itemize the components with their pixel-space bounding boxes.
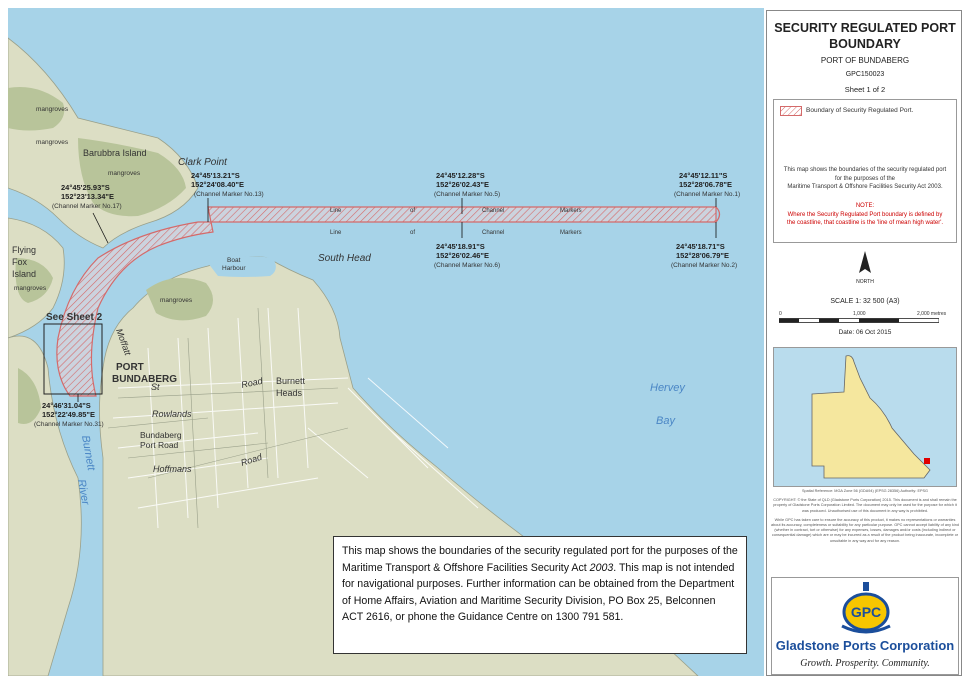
svg-text:(Channel Marker No.5): (Channel Marker No.5) [434,191,500,198]
panel-title-line-2: BOUNDARY [829,37,901,51]
mangroves-label-1: mangroves [36,106,69,113]
disclaimer-note: This map shows the boundaries of the sec… [333,536,747,654]
hoffmans-label: Hoffmans [153,464,192,474]
svg-text:152°28'06.78"E: 152°28'06.78"E [679,180,732,189]
boundary-swatch [780,106,802,116]
flying-fox-label-3: Island [12,269,36,279]
scale-text: SCALE 1: 32 500 (A3) [830,298,900,305]
svg-text:(Channel Marker No.6): (Channel Marker No.6) [434,262,500,269]
rowlands-label: Rowlands [152,409,192,419]
bundaberg-port-road-label-2: Port Road [140,440,179,450]
logo-tagline: Growth. Prosperity. Community. [800,658,930,669]
port-name: PORT OF BUNDABERG [820,56,910,65]
mangroves-label-2: mangroves [36,139,69,146]
description-line-1: This map shows the boundaries of the sec… [783,167,947,173]
svg-text:24°45'13.21"S: 24°45'13.21"S [191,171,240,180]
channel-text-channel-1: Channel [482,208,504,214]
south-head-label: South Head [318,253,371,264]
north-label: NORTH [856,279,874,285]
note-line-2: the coastline, that coastline is the 'li… [786,220,944,226]
disclaimer: While GPC has taken care to ensure the a… [771,517,959,543]
svg-text:152°22'49.85"E: 152°22'49.85"E [42,410,95,419]
clark-point-label: Clark Point [178,157,228,168]
mangroves-label-5: mangroves [160,297,193,304]
boat-harbour-label-2: Harbour [222,265,246,272]
svg-text:152°24'08.40"E: 152°24'08.40"E [191,180,244,189]
queensland-outline [811,355,931,479]
svg-text:24°45'12.11"S: 24°45'12.11"S [679,171,727,180]
svg-text:24°45'18.91"S: 24°45'18.91"S [436,242,485,251]
note-year: 2003 [589,561,614,574]
legend-box: Boundary of Security Regulated Port. Thi… [773,99,957,243]
bundaberg-port-road-label-1: Bundaberg [140,430,182,440]
legend-panel: SECURITY REGULATED PORT BOUNDARY PORT OF… [766,10,962,676]
mangroves-label-3: mangroves [108,170,141,177]
svg-text:(Channel Marker No.31): (Channel Marker No.31) [34,421,104,428]
sheet-number: Sheet 1 of 2 [844,85,886,94]
copyright: COPYRIGHT: © the State of QLD (Gladstone… [773,498,957,513]
svg-text:24°45'18.71"S: 24°45'18.71"S [676,242,725,251]
map-date: Date: 06 Oct 2015 [838,329,892,336]
channel-text-of-1: of [410,208,415,214]
svg-text:24°46'31.04"S: 24°46'31.04"S [42,401,91,410]
burnett-heads-label-2: Heads [276,388,303,398]
panel-title-line-1: SECURITY REGULATED PORT [774,21,956,35]
description-line-2: for the purposes of the [834,175,896,182]
note-heading: NOTE: [855,203,875,209]
channel-text-channel-2: Channel [482,230,504,236]
st-label: St [151,382,160,392]
port-label: PORT [116,362,144,373]
bay-label: Bay [656,415,676,427]
boat-harbour-label-1: Boat [227,257,241,264]
see-sheet-2-label: See Sheet 2 [46,312,103,323]
svg-text:(Channel Marker No.17): (Channel Marker No.17) [52,203,122,210]
channel-text-markers-1: Markers [560,208,582,214]
svg-text:24°45'25.93"S: 24°45'25.93"S [61,183,110,192]
svg-text:(Channel Marker No.13): (Channel Marker No.13) [194,191,264,198]
svg-text:(Channel Marker No.2): (Channel Marker No.2) [671,262,737,269]
gpc-emblem-icon: GPC [841,582,891,634]
svg-text:(Channel Marker No.1): (Channel Marker No.1) [674,191,740,198]
flying-fox-label-2: Fox [12,257,28,267]
svg-text:152°23'13.34"E: 152°23'13.34"E [61,192,114,201]
logo-company-name: Gladstone Ports Corporation [775,638,955,653]
legend-boundary-label: Boundary of Security Regulated Port. [806,107,914,114]
spatial-reference: Spatial Reference: MGA Zone 56 (GDA94) (… [802,489,928,493]
svg-text:152°26'02.46"E: 152°26'02.46"E [436,251,489,260]
hervey-label: Hervey [650,382,686,394]
gpc-logo: GPC Gladstone Ports Corporation Growth. … [771,577,959,675]
channel-text-line-2: Line [330,230,342,236]
svg-text:24°45'12.28"S: 24°45'12.28"S [436,171,485,180]
fine-print: Spatial Reference: MGA Zone 56 (GDA94) (… [771,489,959,577]
note-line-1: Where the Security Regulated Port bounda… [787,211,943,218]
scale-tick-1000: 1,000 [853,311,866,317]
flying-fox-label-1: Flying [12,245,36,255]
svg-text:152°26'02.43"E: 152°26'02.43"E [436,180,489,189]
scale-tick-2000: 2,000 metres [917,311,947,317]
queensland-inset-map [773,347,957,487]
scale-bar [779,318,939,323]
bundaberg-label: BUNDABERG [112,374,177,385]
svg-text:152°28'06.79"E: 152°28'06.79"E [676,251,729,260]
channel-text-line-1: Line [330,208,342,214]
map-id: GPC150023 [845,71,885,78]
channel-text-of-2: of [410,230,415,236]
mangroves-label-4: mangroves [14,285,47,292]
burnett-heads-label-1: Burnett [276,376,306,386]
bundaberg-location-marker [924,458,930,464]
scale-tick-0: 0 [779,311,782,317]
svg-text:GPC: GPC [851,604,881,620]
channel-text-markers-2: Markers [560,230,582,236]
barubbra-island-label: Barubbra Island [83,148,147,158]
description-line-3: Maritime Transport & Offshore Facilities… [787,184,943,190]
